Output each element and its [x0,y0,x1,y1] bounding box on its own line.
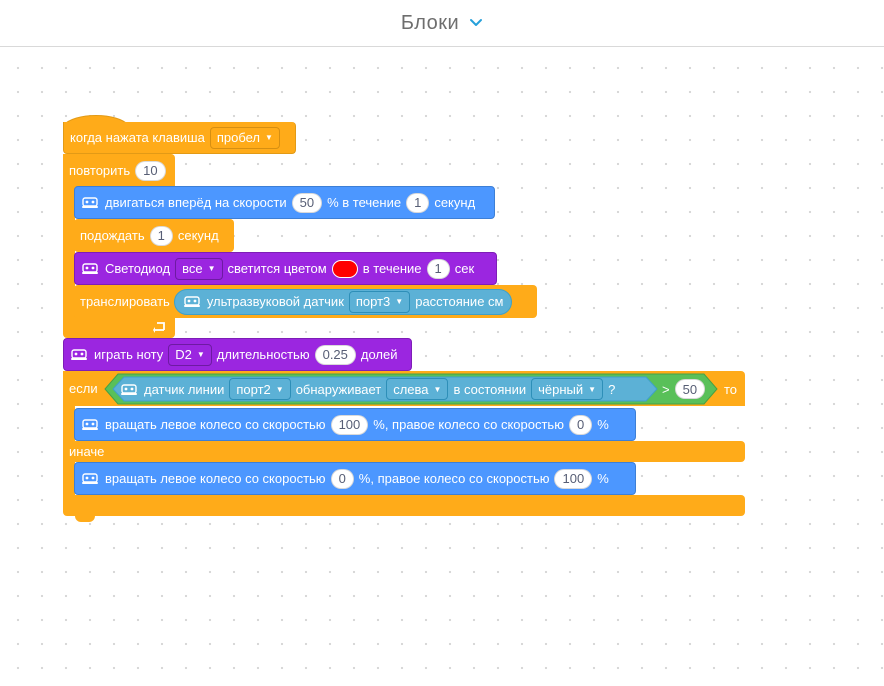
bottom-notch [75,516,95,522]
led-which-dropdown[interactable]: все ▼ [175,257,223,280]
wheels1-label: вращать левое колесо со скоростью [105,417,326,432]
then-label-wrap: то [724,379,737,399]
led-color-block[interactable]: Светодиод все ▼ светится цветом в течение… [74,252,497,285]
move-unit-label: секунд [434,195,476,210]
led-time-input[interactable]: 1 [426,258,450,279]
wheels1-unit-label: % [597,417,609,432]
robot-icon [82,473,98,484]
line-side-dropdown[interactable]: слева ▼ [386,378,449,400]
wait-block[interactable]: подождать 1 секунд [74,219,234,252]
line-port-dropdown[interactable]: порт2 ▼ [229,378,291,400]
move-speed-input[interactable]: 50 [291,192,323,213]
play-note-unit-label: долей [360,347,398,362]
line-state-dropdown[interactable]: чёрный ▼ [531,378,604,400]
wheels2-mid-label: %, правое колесо со скоростью [358,471,550,486]
broadcast-block[interactable]: транслировать ультразвуковой датчик порт… [74,285,537,318]
led-which-value: все [182,261,203,276]
dropdown-caret-icon: ▼ [207,264,216,273]
wheels1-mid-label: %, правое колесо со скоростью [373,417,564,432]
line-side-value: слева [393,381,429,397]
move-mid-label: % в течение [327,195,402,210]
chevron-down-icon[interactable] [469,18,483,28]
play-note-mid-label: длительностью [216,347,310,362]
note-dropdown[interactable]: D2 ▼ [168,343,212,366]
ultrasonic-port-value: порт3 [355,294,391,309]
led-label: Светодиод [105,261,171,276]
ultrasonic-tail-label: расстояние см [415,294,504,309]
play-note-block[interactable]: играть ноту D2 ▼ длительностью 0.25 долей [63,338,412,371]
move-forward-block[interactable]: двигаться вперёд на скорости 50 % в тече… [74,186,495,219]
else-bar: иначе [63,441,745,462]
wheels-block-2[interactable]: вращать левое колесо со скоростью 0 %, п… [74,462,636,495]
play-note-label: играть ноту [94,347,164,362]
robot-icon [82,419,98,430]
robot-icon [71,349,87,360]
line-port-value: порт2 [236,381,271,397]
line-sensor-reporter[interactable]: датчик линии порт2 ▼ обнаруживает слева ▼ … [120,377,615,401]
ultrasonic-label: ультразвуковой датчик [206,294,344,309]
wait-label: подождать [80,228,145,243]
key-dropdown-value: пробел [216,130,261,145]
repeat-count-input[interactable]: 10 [135,160,166,181]
wait-unit-label: секунд [177,228,219,243]
blocks-title[interactable]: Блоки [401,12,459,35]
wheels1-right-input[interactable]: 0 [568,414,593,435]
when-key-pressed-block[interactable]: когда нажата клавиша пробел ▼ [63,122,296,154]
wheels1-left-input[interactable]: 100 [330,414,369,435]
move-label: двигаться вперёд на скорости [105,195,287,210]
wait-time-input[interactable]: 1 [149,225,173,246]
header-bar: Блоки [0,0,884,47]
led-unit-label: сек [454,261,475,276]
note-beats-input[interactable]: 0.25 [314,344,356,365]
dropdown-caret-icon: ▼ [265,133,273,142]
note-value: D2 [175,347,192,362]
dropdown-caret-icon: ▼ [588,384,597,394]
ultrasonic-port-dropdown[interactable]: порт3 ▼ [348,290,411,313]
led-mid2-label: в течение [362,261,422,276]
robot-icon [82,263,98,274]
line-state-value: чёрный [538,381,584,397]
if-label: если [69,381,98,396]
compare-value-input[interactable]: 50 [674,379,706,399]
loop-arrow-icon [153,322,165,333]
move-time-input[interactable]: 1 [406,192,430,213]
dropdown-caret-icon: ▼ [395,297,404,306]
line-sensor-mid-label: обнаруживает [295,381,382,397]
compare-part: > 50 [662,377,710,401]
repeat-bottom [63,316,175,338]
robot-icon [183,296,200,307]
led-color-swatch[interactable] [331,259,358,278]
dropdown-caret-icon: ▼ [275,384,284,394]
wheels2-label: вращать левое колесо со скоростью [105,471,326,486]
ultrasonic-reporter[interactable]: ультразвуковой датчик порт3 ▼ расстояние … [173,288,513,315]
wheels-block-1[interactable]: вращать левое колесо со скоростью 100 %,… [74,408,636,441]
wheels2-left-input[interactable]: 0 [330,468,354,489]
else-label: иначе [69,444,105,459]
line-sensor-question: ? [608,381,616,397]
repeat-label: повторить [69,163,131,178]
hat-label: когда нажата клавиша [70,130,205,145]
wheels2-right-input[interactable]: 100 [554,468,593,489]
line-sensor-mid2-label: в состоянии [453,381,527,397]
key-dropdown[interactable]: пробел ▼ [209,126,280,149]
if-else-bottom [63,495,745,522]
broadcast-label: транслировать [80,294,170,309]
repeat-block[interactable]: повторить 10 [63,154,175,187]
wheels2-unit-label: % [597,471,609,486]
robot-icon [82,197,98,208]
line-sensor-label: датчик линии [144,381,225,397]
dropdown-caret-icon: ▼ [433,384,442,394]
robot-icon [121,383,137,395]
then-label: то [724,381,738,397]
dropdown-caret-icon: ▼ [196,350,205,359]
led-mid-label: светится цветом [227,261,327,276]
compare-operator: > [662,381,670,397]
